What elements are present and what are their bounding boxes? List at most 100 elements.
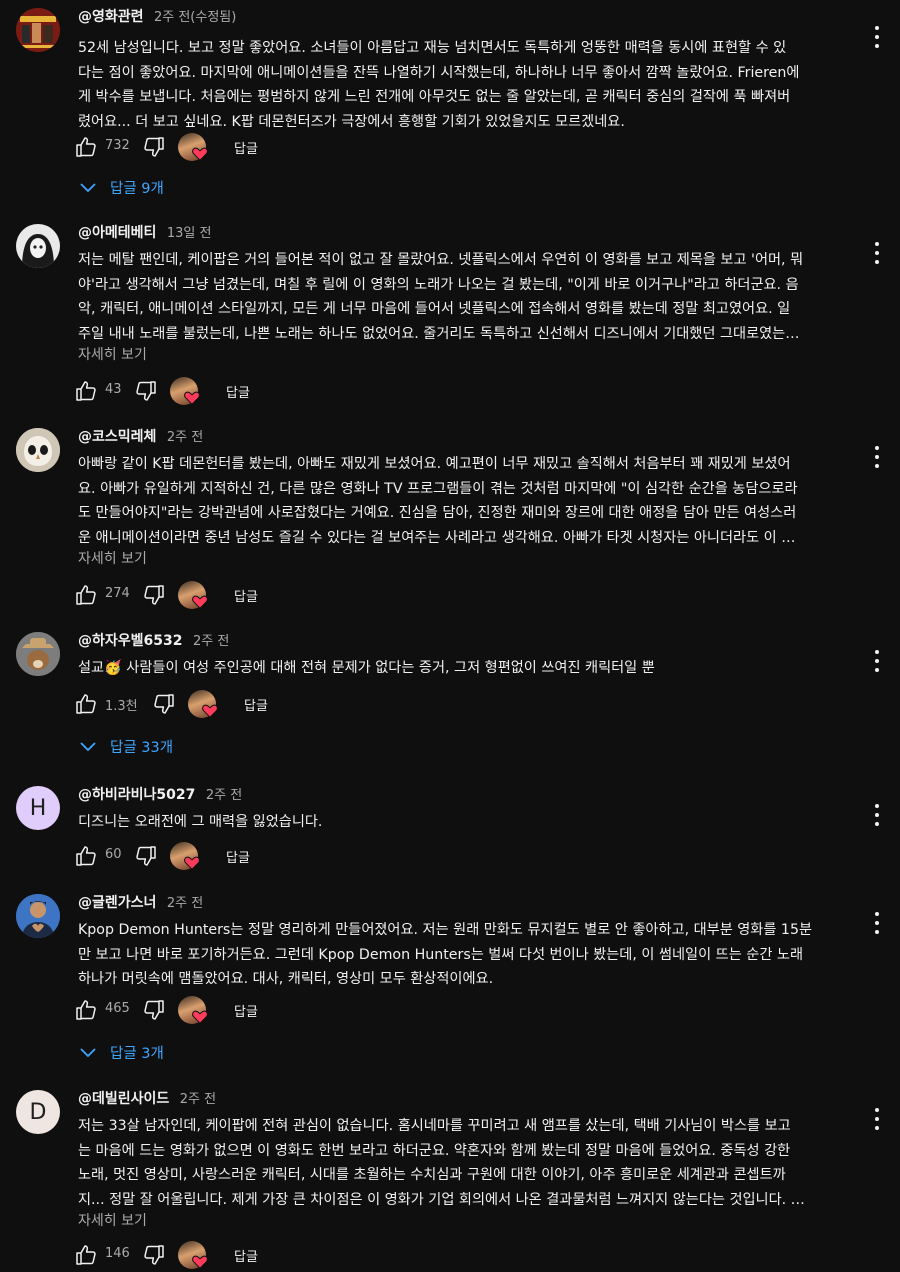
- comment-line: 디즈니는 오래전에 그 매력을 잃었습니다.: [78, 814, 323, 830]
- avatar[interactable]: H: [16, 786, 60, 830]
- heart-icon: [192, 1010, 208, 1024]
- like-icon[interactable]: [74, 583, 98, 607]
- view-replies-button[interactable]: 답글 33개: [80, 736, 173, 757]
- replies-count: 답글 3개: [110, 1046, 164, 1062]
- dislike-icon[interactable]: [142, 135, 166, 159]
- comment-author[interactable]: @영화관련: [78, 9, 144, 25]
- creator-heart-avatar: [170, 842, 200, 870]
- dislike-icon[interactable]: [134, 844, 158, 868]
- comment-actions: 43 답글: [74, 377, 374, 405]
- comment-line: 운 애니메이션이라면 중년 남성도 즐길 수 있다는 걸 보여주는 사례라고 생…: [78, 529, 796, 546]
- comment-time[interactable]: 2주 전: [167, 430, 203, 445]
- dislike-icon[interactable]: [134, 379, 158, 403]
- avatar-letter: H: [29, 795, 47, 821]
- comment-time[interactable]: 2주 전: [167, 896, 203, 911]
- comment-author[interactable]: @하자우벨6532: [78, 633, 183, 649]
- comment-actions: 60 답글: [74, 842, 374, 870]
- owl-avatar-icon: [16, 428, 60, 472]
- comment-line: 악, 캐릭터, 애니메이션 스타일까지, 모든 게 너무 마음에 들어서 넷플릭…: [78, 301, 791, 318]
- avatar[interactable]: D: [16, 1090, 60, 1134]
- comment-line: 52세 남성입니다. 보고 정말 좋았어요. 소녀들이 아름답고 재능 넘치면서…: [78, 40, 787, 56]
- like-icon[interactable]: [74, 692, 98, 716]
- more-actions-icon[interactable]: [867, 26, 887, 48]
- avatar-letter: D: [29, 1099, 47, 1125]
- comment-line: 아빠랑 같이 K팝 데몬헌터를 봤는데, 아빠도 재밌게 보셨어요. 예고편이 …: [78, 456, 791, 472]
- like-icon[interactable]: [74, 135, 98, 159]
- dislike-icon[interactable]: [152, 692, 176, 716]
- comment-line: 주일 내내 노래를 불렀는데, 나쁜 노래는 하나도 없었어요. 줄거리도 독특…: [78, 325, 800, 342]
- comment-author[interactable]: @하비라비나5027: [78, 787, 195, 803]
- man-heart-hands-avatar-icon: [16, 894, 60, 938]
- comment-body: 저는 33살 남자인데, 케이팝에 전혀 관심이 없습니다. 홈시네마를 꾸미려…: [78, 1114, 854, 1212]
- comment-body: 저는 메탈 팬인데, 케이팝은 거의 들어본 적이 없고 잘 몰랐어요. 넷플릭…: [78, 248, 854, 346]
- like-icon[interactable]: [74, 379, 98, 403]
- avatar[interactable]: [16, 224, 60, 268]
- comment-line: 저는 메탈 팬인데, 케이팝은 거의 들어본 적이 없고 잘 몰랐어요. 넷플릭…: [78, 252, 804, 268]
- comment-author[interactable]: @아메테베티: [78, 225, 156, 241]
- comment-time[interactable]: 2주 전: [193, 634, 229, 649]
- more-actions-icon[interactable]: [867, 804, 887, 826]
- heart-icon: [202, 704, 218, 718]
- comment-time[interactable]: 2주 전: [180, 1092, 216, 1107]
- comment-meta: @아메테베티 13일 전: [78, 222, 211, 242]
- reply-button[interactable]: 답글: [234, 586, 258, 605]
- reply-button[interactable]: 답글: [226, 382, 250, 401]
- comment-line: 요. 아빠가 유일하게 지적하신 건, 다른 많은 영화나 TV 프로그램들이 …: [78, 480, 798, 497]
- comment-line: 저는 33살 남자인데, 케이팝에 전혀 관심이 없습니다. 홈시네마를 꾸미려…: [78, 1118, 791, 1134]
- comment-line: 다는 점이 좋았어요. 마지막에 애니메이션들을 잔뜩 나열하기 시작했는데, …: [78, 64, 800, 81]
- creator-heart-avatar: [178, 1241, 208, 1269]
- like-icon[interactable]: [74, 1243, 98, 1267]
- comment-meta: @하자우벨6532 2주 전: [78, 630, 229, 650]
- comment-meta: @하비라비나5027 2주 전: [78, 784, 242, 804]
- comment-time[interactable]: 2주 전(수정됨): [154, 10, 236, 25]
- comment-line: Kpop Demon Hunters는 정말 영리하게 만들어졌어요. 저는 원…: [78, 922, 813, 938]
- chevron-down-icon: [80, 1047, 96, 1057]
- avatar[interactable]: [16, 8, 60, 52]
- comment-actions: 1.3천 답글: [74, 690, 374, 718]
- reply-button[interactable]: 답글: [234, 1001, 258, 1020]
- creator-heart-avatar: [178, 996, 208, 1024]
- comment-author[interactable]: @데빌린사이드: [78, 1091, 169, 1107]
- like-icon[interactable]: [74, 998, 98, 1022]
- more-actions-icon[interactable]: [867, 1108, 887, 1130]
- read-more-link[interactable]: 자세히 보기: [78, 548, 147, 568]
- comment-line: 게 박수를 보냅니다. 처음에는 평범하지 않게 느린 전개에 아무것도 없는 …: [78, 89, 791, 106]
- comment-time[interactable]: 13일 전: [167, 226, 212, 241]
- dislike-icon[interactable]: [142, 1243, 166, 1267]
- view-replies-button[interactable]: 답글 9개: [80, 177, 164, 198]
- more-actions-icon[interactable]: [867, 650, 887, 672]
- chevron-down-icon: [80, 741, 96, 751]
- more-actions-icon[interactable]: [867, 912, 887, 934]
- movie-poster-avatar-icon: [16, 8, 60, 52]
- replies-count: 답글 33개: [110, 740, 174, 756]
- dislike-icon[interactable]: [142, 583, 166, 607]
- comment-line: 는 마음에 드는 영화가 없으면 이 영화도 한번 보라고 하더군요. 약혼자와…: [78, 1142, 791, 1159]
- more-actions-icon[interactable]: [867, 446, 887, 468]
- reply-button[interactable]: 답글: [234, 1246, 258, 1265]
- view-replies-button[interactable]: 답글 3개: [80, 1042, 164, 1063]
- dislike-icon[interactable]: [142, 998, 166, 1022]
- like-count: 274: [105, 586, 130, 601]
- like-count: 465: [105, 1001, 130, 1016]
- like-count: 146: [105, 1246, 130, 1261]
- avatar[interactable]: [16, 632, 60, 676]
- avatar[interactable]: [16, 428, 60, 472]
- heart-icon: [184, 391, 200, 405]
- comment-line: 지... 정말 잘 어울립니다. 제게 가장 큰 차이점은 이 영화가 기업 회…: [78, 1191, 805, 1208]
- more-actions-icon[interactable]: [867, 242, 887, 264]
- comment-time[interactable]: 2주 전: [206, 788, 242, 803]
- reply-button[interactable]: 답글: [234, 138, 258, 157]
- read-more-link[interactable]: 자세히 보기: [78, 344, 147, 364]
- read-more-link[interactable]: 자세히 보기: [78, 1210, 147, 1230]
- like-icon[interactable]: [74, 844, 98, 868]
- comment-author[interactable]: @코스믹레체: [78, 429, 156, 445]
- reply-button[interactable]: 답글: [226, 847, 250, 866]
- reply-button[interactable]: 답글: [244, 695, 268, 714]
- comment-line: 하나가 머릿속에 맴돌았어요. 대사, 캐릭터, 영상미 모두 환상적이에요.: [78, 971, 494, 988]
- comment-author[interactable]: @글렌가스너: [78, 895, 156, 911]
- replies-count: 답글 9개: [110, 181, 164, 197]
- avatar[interactable]: [16, 894, 60, 938]
- creator-heart-avatar: [170, 377, 200, 405]
- comment-meta: @데빌린사이드 2주 전: [78, 1088, 216, 1108]
- comment-actions: 465 답글: [74, 996, 374, 1024]
